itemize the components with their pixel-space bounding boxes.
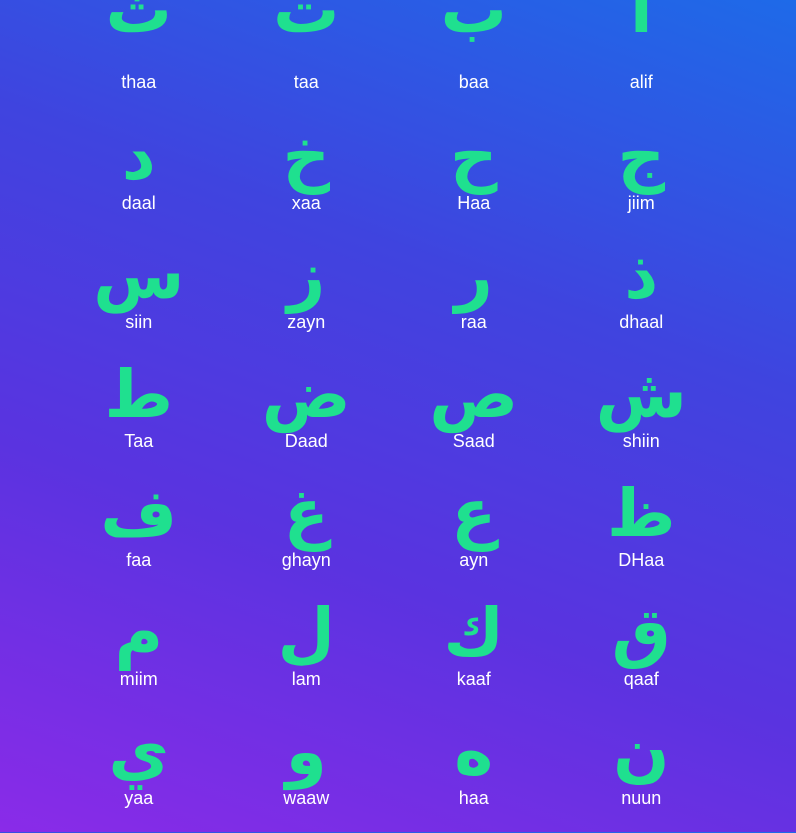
arabic-letter: و bbox=[285, 712, 327, 790]
arabic-letter: ف bbox=[100, 474, 178, 552]
letter-card-miim[interactable]: م miim bbox=[55, 595, 223, 714]
letter-name: xaa bbox=[291, 193, 321, 213]
letter-card-Saad[interactable]: ص Saad bbox=[390, 357, 558, 476]
letter-card-baa[interactable]: ب baa bbox=[390, 0, 558, 119]
letter-name: haa bbox=[458, 788, 489, 808]
arabic-letter: ث bbox=[105, 0, 172, 48]
arabic-letter: د bbox=[121, 117, 156, 195]
letter-card-shiin[interactable]: ش shiin bbox=[558, 357, 726, 476]
letter-name: Taa bbox=[124, 431, 154, 451]
arabic-letter: ت bbox=[273, 0, 340, 48]
letter-card-DHaa[interactable]: ظ DHaa bbox=[558, 476, 726, 595]
letter-card-siin[interactable]: س siin bbox=[55, 238, 223, 357]
letter-name: ghayn bbox=[281, 550, 331, 570]
arabic-letter: ه bbox=[454, 712, 494, 790]
letter-name: Saad bbox=[452, 431, 495, 451]
letter-name: Daad bbox=[284, 431, 328, 451]
letter-name: jiim bbox=[627, 193, 655, 213]
arabic-letter: ي bbox=[108, 712, 170, 790]
arabic-letter: ز bbox=[287, 236, 326, 314]
letter-card-haa[interactable]: ه haa bbox=[390, 714, 558, 833]
letter-name: daal bbox=[121, 193, 156, 213]
alphabet-grid: ث thaa ت taa ب baa ا alif د daal خ xaa ح… bbox=[55, 0, 725, 833]
letter-card-qaaf[interactable]: ق qaaf bbox=[558, 595, 726, 714]
letter-card-nuun[interactable]: ن nuun bbox=[558, 714, 726, 833]
arabic-letter: غ bbox=[283, 474, 329, 552]
letter-card-dhaal[interactable]: ذ dhaal bbox=[558, 238, 726, 357]
letter-name: waaw bbox=[283, 788, 330, 808]
letter-name: qaaf bbox=[623, 669, 659, 689]
arabic-letter: ق bbox=[611, 593, 671, 671]
arabic-letter: ش bbox=[595, 355, 687, 433]
arabic-letter: خ bbox=[282, 117, 331, 195]
arabic-letter: ع bbox=[451, 474, 497, 552]
letter-name: shiin bbox=[622, 431, 660, 451]
letter-name: Haa bbox=[457, 193, 491, 213]
arabic-letter: ظ bbox=[606, 474, 676, 552]
arabic-letter: ذ bbox=[624, 236, 659, 314]
letter-name: zayn bbox=[287, 312, 326, 332]
letter-card-yaa[interactable]: ي yaa bbox=[55, 714, 223, 833]
letter-name: dhaal bbox=[619, 312, 664, 332]
letter-name: siin bbox=[125, 312, 153, 332]
letter-name: baa bbox=[458, 72, 489, 92]
letter-name: yaa bbox=[124, 788, 154, 808]
letter-name: taa bbox=[293, 72, 319, 92]
letter-name: DHaa bbox=[618, 550, 665, 570]
letter-card-jiim[interactable]: ج jiim bbox=[558, 119, 726, 238]
letter-card-daal[interactable]: د daal bbox=[55, 119, 223, 238]
letter-card-kaaf[interactable]: ك kaaf bbox=[390, 595, 558, 714]
arabic-letter: ر bbox=[454, 236, 493, 314]
arabic-letter: ط bbox=[104, 355, 174, 433]
arabic-letter: ح bbox=[449, 117, 498, 195]
letter-card-raa[interactable]: ر raa bbox=[390, 238, 558, 357]
letter-name: lam bbox=[291, 669, 321, 689]
letter-card-alif[interactable]: ا alif bbox=[558, 0, 726, 119]
letter-name: thaa bbox=[121, 72, 157, 92]
letter-card-waaw[interactable]: و waaw bbox=[223, 714, 391, 833]
letter-name: faa bbox=[126, 550, 152, 570]
letter-card-ayn[interactable]: ع ayn bbox=[390, 476, 558, 595]
letter-name: raa bbox=[460, 312, 487, 332]
arabic-letter: س bbox=[93, 236, 185, 314]
arabic-letter: ص bbox=[429, 355, 519, 433]
letter-name: kaaf bbox=[456, 669, 491, 689]
letter-card-xaa[interactable]: خ xaa bbox=[223, 119, 391, 238]
arabic-letter: ا bbox=[629, 0, 653, 48]
letter-card-Taa[interactable]: ط Taa bbox=[55, 357, 223, 476]
letter-card-faa[interactable]: ف faa bbox=[55, 476, 223, 595]
arabic-letter: ل bbox=[277, 593, 335, 671]
arabic-letter: م bbox=[114, 593, 163, 671]
letter-name: nuun bbox=[621, 788, 662, 808]
letter-card-ghayn[interactable]: غ ghayn bbox=[223, 476, 391, 595]
letter-name: ayn bbox=[459, 550, 489, 570]
letter-card-Daad[interactable]: ض Daad bbox=[223, 357, 391, 476]
letter-card-taa[interactable]: ت taa bbox=[223, 0, 391, 119]
arabic-letter: ج bbox=[617, 117, 666, 195]
letter-name: miim bbox=[119, 669, 158, 689]
letter-card-Haa[interactable]: ح Haa bbox=[390, 119, 558, 238]
letter-card-lam[interactable]: ل lam bbox=[223, 595, 391, 714]
arabic-letter: ب bbox=[440, 0, 507, 48]
arabic-letter: ض bbox=[261, 355, 351, 433]
letter-card-thaa[interactable]: ث thaa bbox=[55, 0, 223, 119]
letter-name: alif bbox=[629, 72, 653, 92]
arabic-letter: ك bbox=[443, 593, 505, 671]
letter-card-zayn[interactable]: ز zayn bbox=[223, 238, 391, 357]
arabic-letter: ن bbox=[613, 712, 670, 790]
